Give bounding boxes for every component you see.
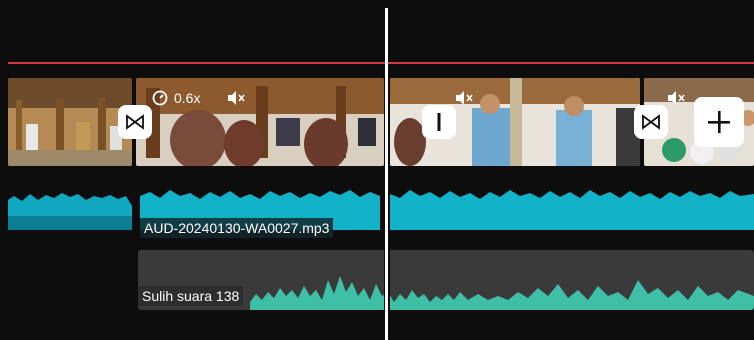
speed-gauge-icon	[152, 90, 168, 106]
speaker-muted-icon[interactable]	[226, 90, 246, 106]
video-clip-1[interactable]	[8, 78, 132, 166]
speaker-muted-icon[interactable]	[454, 90, 474, 106]
transition-button[interactable]	[118, 105, 152, 139]
audio-track[interactable]	[0, 176, 754, 236]
split-bar-icon	[437, 113, 441, 131]
audio-file-label: AUD-20240130-WA0027.mp3	[140, 218, 334, 238]
voiceover-label: Sulih suara 138	[138, 286, 244, 306]
playhead[interactable]	[385, 8, 388, 340]
bowtie-transition-icon	[642, 114, 660, 130]
plus-icon	[708, 111, 730, 133]
timeline-top-marker-line	[8, 62, 754, 64]
split-button[interactable]	[422, 105, 456, 139]
transition-button[interactable]	[634, 105, 668, 139]
audio-waveform	[0, 176, 754, 236]
add-clip-button[interactable]	[694, 97, 744, 147]
speaker-muted-icon[interactable]	[666, 90, 686, 106]
speed-label: 0.6x	[174, 90, 201, 106]
bowtie-transition-icon	[126, 114, 144, 130]
video-thumbnail-1	[8, 78, 132, 166]
editor-timeline[interactable]: 0.6x AUD-20240130-WA0027.mp3 Sulih suara…	[0, 0, 754, 340]
clip-speed-badge[interactable]: 0.6x	[152, 88, 200, 108]
